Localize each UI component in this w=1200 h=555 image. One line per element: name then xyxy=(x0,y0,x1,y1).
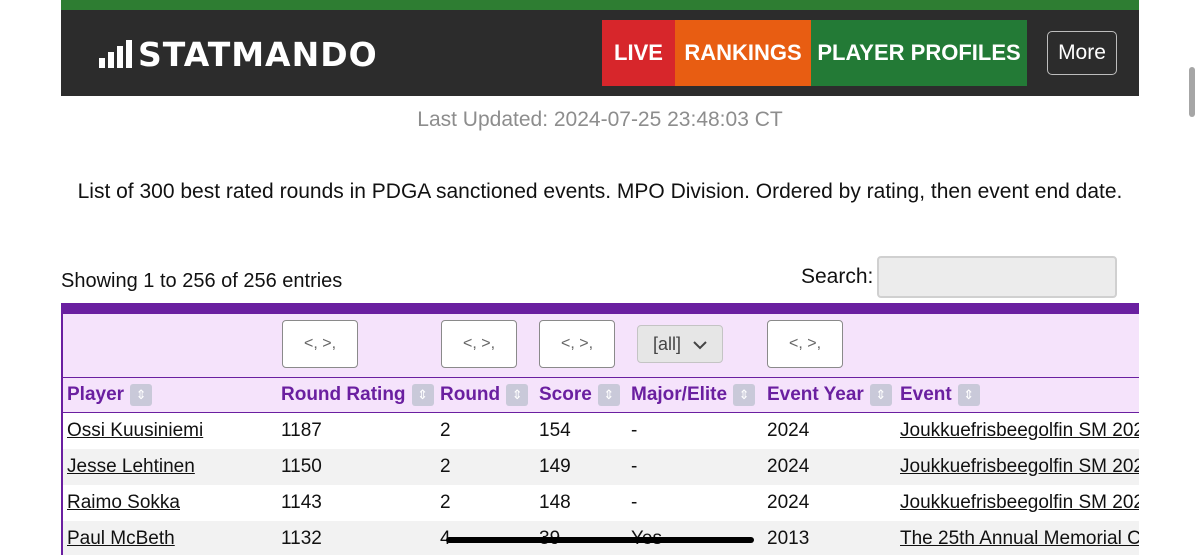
player-link[interactable]: Paul McBeth xyxy=(67,528,175,550)
col-event-year[interactable]: Event Year ⇕ xyxy=(767,378,892,412)
col-event[interactable]: Event ⇕ xyxy=(900,378,980,412)
site-header: STATMANDO LIVE RANKINGS PLAYER PROFILES … xyxy=(61,10,1139,96)
event-year-filter[interactable]: <, >, xyxy=(767,320,843,368)
sort-icon: ⇕ xyxy=(411,384,434,406)
major-elite-filter-select[interactable]: [all] xyxy=(637,325,723,363)
rating-cell: 1143 xyxy=(281,492,322,513)
last-updated-text: Last Updated: 2024-07-25 23:48:03 CT xyxy=(417,108,783,131)
sort-icon: ⇕ xyxy=(597,384,620,406)
col-score[interactable]: Score ⇕ xyxy=(539,378,620,412)
round-filter[interactable]: <, >, xyxy=(441,320,517,368)
sort-icon: ⇕ xyxy=(957,384,980,406)
score-cell: 148 xyxy=(539,492,571,513)
sort-icon: ⇕ xyxy=(733,384,756,406)
col-player[interactable]: Player ⇕ xyxy=(67,378,153,412)
page-description: List of 300 best rated rounds in PDGA sa… xyxy=(77,180,1123,203)
event-link[interactable]: Joukkuefrisbeegolfin SM 2024 xyxy=(900,456,1139,478)
sort-icon: ⇕ xyxy=(130,384,153,406)
rating-cell: 1150 xyxy=(281,456,322,477)
page-scrollbar[interactable] xyxy=(1189,67,1195,117)
col-major-elite[interactable]: Major/Elite ⇕ xyxy=(631,378,756,412)
player-link[interactable]: Raimo Sokka xyxy=(67,492,180,514)
ratings-table: <, >, <, >, <, >, [all] <, >, Player ⇕ Ro… xyxy=(61,303,1139,555)
table-header-row: Player ⇕ Round Rating ⇕ Round ⇕ Score ⇕ Majo… xyxy=(63,377,1139,413)
score-cell: 154 xyxy=(539,420,571,441)
score-filter[interactable]: <, >, xyxy=(539,320,615,368)
score-cell: 149 xyxy=(539,456,571,477)
year-cell: 2024 xyxy=(767,420,810,441)
year-cell: 2024 xyxy=(767,492,810,513)
round-cell: 2 xyxy=(440,456,451,477)
nav-rankings-button[interactable]: RANKINGS xyxy=(675,20,811,86)
major-cell: - xyxy=(631,492,638,513)
col-round-rating[interactable]: Round Rating ⇕ xyxy=(281,378,434,412)
top-color-strip xyxy=(61,0,1139,10)
rating-cell: 1187 xyxy=(281,420,322,441)
table-row: Raimo Sokka 1143 2 148 - 2024 Joukkuefri… xyxy=(63,485,1139,521)
sort-icon: ⇕ xyxy=(869,384,892,406)
rating-cell: 1132 xyxy=(281,528,322,549)
table-row: Jesse Lehtinen 1150 2 149 - 2024 Joukkue… xyxy=(63,449,1139,485)
event-link[interactable]: The 25th Annual Memorial Championship xyxy=(900,528,1139,550)
table-row: Ossi Kuusiniemi 1187 2 154 - 2024 Joukku… xyxy=(63,413,1139,449)
round-cell: 2 xyxy=(440,492,451,513)
logo-bars-icon xyxy=(99,40,132,68)
entries-info: Showing 1 to 256 of 256 entries xyxy=(61,270,343,292)
round-rating-filter[interactable]: <, >, xyxy=(282,320,358,368)
year-cell: 2024 xyxy=(767,456,810,477)
player-link[interactable]: Ossi Kuusiniemi xyxy=(67,420,203,442)
table-top-border xyxy=(63,303,1139,314)
event-link[interactable]: Joukkuefrisbeegolfin SM 2024 xyxy=(900,420,1139,442)
year-cell: 2013 xyxy=(767,528,810,549)
select-value: [all] xyxy=(652,333,681,354)
logo-text: STATMANDO xyxy=(138,34,378,74)
filter-row: <, >, <, >, <, >, [all] <, >, xyxy=(63,314,1139,377)
statmando-logo[interactable]: STATMANDO xyxy=(99,35,378,74)
sort-icon: ⇕ xyxy=(506,384,529,406)
col-round[interactable]: Round ⇕ xyxy=(440,378,529,412)
search-label: Search: xyxy=(801,265,874,288)
chevron-down-icon xyxy=(693,334,707,355)
more-menu-button[interactable]: More xyxy=(1047,31,1117,75)
player-link[interactable]: Jesse Lehtinen xyxy=(67,456,195,478)
home-indicator[interactable] xyxy=(446,537,754,543)
event-link[interactable]: Joukkuefrisbeegolfin SM 2024 xyxy=(900,492,1139,514)
nav-player-profiles-button[interactable]: PLAYER PROFILES xyxy=(811,20,1027,86)
round-cell: 2 xyxy=(440,420,451,441)
major-cell: - xyxy=(631,420,638,441)
nav-live-button[interactable]: LIVE xyxy=(602,20,675,86)
major-cell: - xyxy=(631,456,638,477)
search-input[interactable] xyxy=(877,256,1117,298)
